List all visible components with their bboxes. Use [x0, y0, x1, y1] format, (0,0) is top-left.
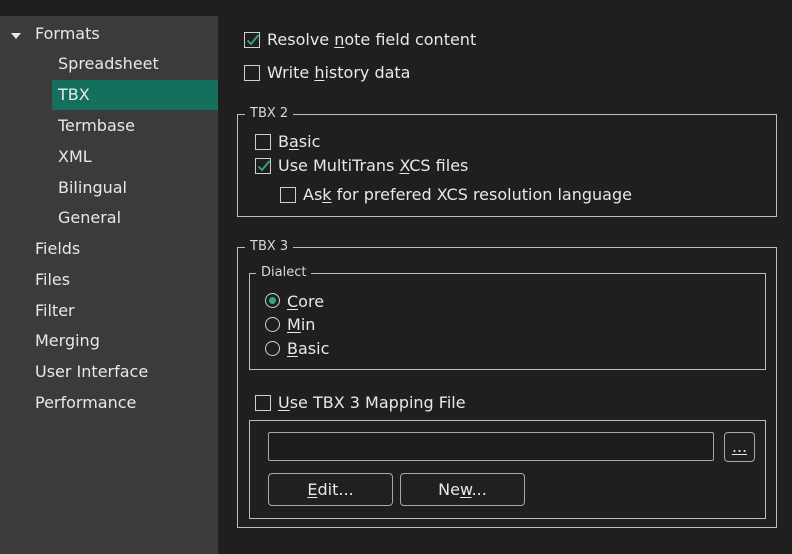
dialect-min-radio[interactable]: [265, 317, 280, 332]
dialect-core-label[interactable]: Core: [287, 292, 324, 312]
use-mapping-file-checkbox[interactable]: [255, 395, 271, 411]
sidebar-item-merging[interactable]: Merging: [30, 326, 100, 356]
dialect-core-radio[interactable]: [265, 293, 280, 308]
radio-selected-dot: [269, 297, 276, 304]
dialect-legend: Dialect: [256, 265, 312, 281]
dialect-basic-radio[interactable]: [265, 341, 280, 356]
sidebar-item-bilingual[interactable]: Bilingual: [52, 173, 218, 203]
sidebar-item-performance[interactable]: Performance: [30, 388, 136, 418]
multitrans-xcs-checkbox[interactable]: [255, 158, 271, 174]
mapping-file-path-input[interactable]: [268, 432, 714, 461]
sidebar-item-filter[interactable]: Filter: [30, 296, 75, 326]
edit-button[interactable]: Edit...: [268, 473, 393, 506]
checkmark-icon: [257, 160, 271, 172]
tbx2-legend: TBX 2: [245, 106, 294, 122]
expand-caret-icon[interactable]: [11, 33, 21, 39]
ask-xcs-language-label[interactable]: Ask for prefered XCS resolution language: [303, 185, 632, 205]
sidebar-item-fields[interactable]: Fields: [30, 234, 80, 264]
write-history-label[interactable]: Write history data: [267, 63, 410, 83]
tbx2-basic-checkbox[interactable]: [255, 134, 271, 150]
sidebar-item-formats[interactable]: Formats: [30, 19, 100, 49]
use-mapping-file-label[interactable]: Use TBX 3 Mapping File: [278, 393, 466, 413]
dialect-min-label[interactable]: Min: [287, 315, 315, 335]
settings-sidebar: Formats Spreadsheet TBX Termbase XML Bil…: [0, 16, 218, 554]
sidebar-item-user-interface[interactable]: User Interface: [30, 357, 148, 387]
write-history-checkbox[interactable]: [244, 65, 260, 81]
sidebar-item-termbase[interactable]: Termbase: [52, 111, 218, 141]
resolve-note-checkbox[interactable]: [244, 32, 260, 48]
tbx3-legend: TBX 3: [245, 239, 294, 255]
sidebar-item-general[interactable]: General: [52, 203, 218, 233]
new-button[interactable]: New...: [400, 473, 525, 506]
sidebar-item-tbx[interactable]: TBX: [52, 80, 218, 110]
checkmark-icon: [246, 34, 260, 46]
multitrans-xcs-label[interactable]: Use MultiTrans XCS files: [278, 156, 468, 176]
sidebar-item-xml[interactable]: XML: [52, 142, 218, 172]
sidebar-item-spreadsheet[interactable]: Spreadsheet: [52, 49, 218, 79]
tbx2-basic-label[interactable]: Basic: [278, 132, 320, 152]
resolve-note-label[interactable]: Resolve note field content: [267, 30, 476, 50]
ask-xcs-language-checkbox[interactable]: [280, 187, 296, 203]
dialect-basic-label[interactable]: Basic: [287, 339, 329, 359]
sidebar-item-files[interactable]: Files: [30, 265, 70, 295]
browse-button[interactable]: ...: [724, 432, 755, 462]
